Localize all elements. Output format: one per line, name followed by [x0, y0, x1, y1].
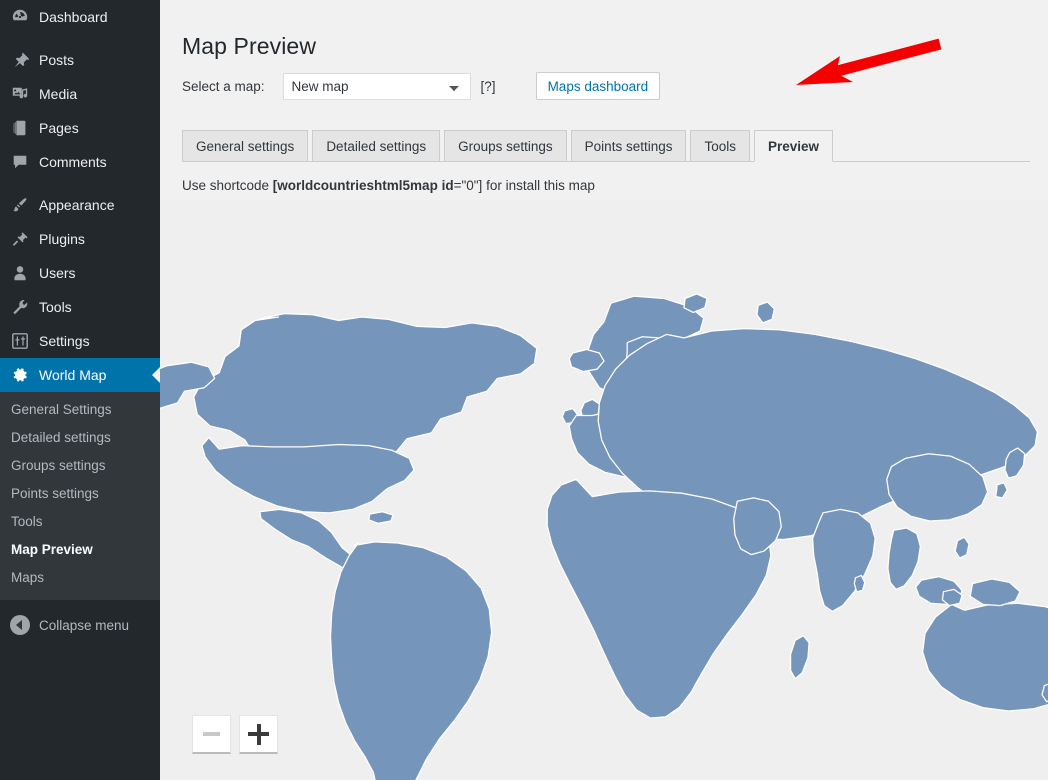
- sidebar-item-label: Media: [39, 86, 77, 102]
- submenu-item-general-settings[interactable]: General Settings: [0, 396, 160, 424]
- shortcode-suffix: for install this map: [482, 178, 595, 193]
- select-a-map-label: Select a map:: [182, 79, 265, 94]
- map-region[interactable]: [369, 512, 393, 524]
- sidebar-item-label: Posts: [39, 52, 74, 68]
- submenu-item-map-preview[interactable]: Map Preview: [0, 536, 160, 564]
- submenu-item-groups-settings[interactable]: Groups settings: [0, 452, 160, 480]
- help-link[interactable]: [?]: [481, 79, 496, 94]
- sidebar-item-label: Tools: [39, 299, 72, 315]
- gear-icon: [10, 365, 30, 385]
- sidebar-item-label: Comments: [39, 154, 107, 170]
- maps-dashboard-button[interactable]: Maps dashboard: [536, 72, 661, 100]
- brush-icon: [10, 195, 30, 215]
- comments-icon: [10, 152, 30, 172]
- wordpress-admin-screen: Dashboard Posts Media Pages Comments Appearan…: [0, 0, 1048, 780]
- plug-icon: [10, 229, 30, 249]
- sidebar-item-label: Plugins: [39, 231, 85, 247]
- tab-detailed-settings[interactable]: Detailed settings: [312, 130, 440, 161]
- sidebar-item-media[interactable]: Media: [0, 77, 160, 111]
- tab-preview[interactable]: Preview: [754, 130, 833, 162]
- zoom-out-button[interactable]: [192, 715, 231, 754]
- admin-sidebar: Dashboard Posts Media Pages Comments Appearan…: [0, 0, 160, 780]
- sidebar-item-label: Appearance: [39, 197, 115, 213]
- map-region[interactable]: [854, 575, 864, 591]
- dashboard-icon: [10, 7, 30, 27]
- shortcode-code-rest: ="0"]: [454, 178, 483, 193]
- map-zoom-controls: [192, 715, 278, 754]
- sidebar-item-comments[interactable]: Comments: [0, 145, 160, 179]
- sidebar-item-users[interactable]: Users: [0, 256, 160, 290]
- tab-points-settings[interactable]: Points settings: [571, 130, 687, 161]
- shortcode-hint: Use shortcode [worldcountrieshtml5map id…: [182, 178, 595, 193]
- shortcode-prefix: Use shortcode: [182, 178, 273, 193]
- sidebar-item-label: Users: [39, 265, 76, 281]
- sidebar-item-label: Settings: [39, 333, 90, 349]
- sidebar-item-label: World Map: [39, 367, 106, 383]
- active-menu-notch: [152, 367, 160, 383]
- sidebar-item-world-map[interactable]: World Map: [0, 358, 160, 392]
- tab-general-settings[interactable]: General settings: [182, 130, 308, 161]
- submenu-item-maps[interactable]: Maps: [0, 564, 160, 592]
- tab-tools[interactable]: Tools: [690, 130, 750, 161]
- zoom-in-button[interactable]: [239, 715, 278, 754]
- sidebar-item-appearance[interactable]: Appearance: [0, 188, 160, 222]
- content-area: Map Preview Select a map: New map [?] Ma…: [160, 0, 1048, 780]
- sidebar-item-settings[interactable]: Settings: [0, 324, 160, 358]
- map-region[interactable]: [955, 537, 969, 558]
- map-select-bar: Select a map: New map [?] Maps dashboard: [182, 72, 660, 100]
- settings-tabs: General settingsDetailed settingsGroups …: [182, 127, 1030, 162]
- minus-icon: [203, 732, 220, 736]
- sidebar-item-label: Pages: [39, 120, 79, 136]
- submenu-item-tools[interactable]: Tools: [0, 508, 160, 536]
- menu-separator: [0, 179, 160, 188]
- submenu-item-points-settings[interactable]: Points settings: [0, 480, 160, 508]
- wrench-icon: [10, 297, 30, 317]
- sidebar-item-tools[interactable]: Tools: [0, 290, 160, 324]
- sidebar-item-label: Dashboard: [39, 9, 108, 25]
- collapse-menu-label: Collapse menu: [39, 618, 129, 633]
- shortcode-code-bold: [worldcountrieshtml5map id: [273, 178, 454, 193]
- world-map-preview[interactable]: [160, 200, 1048, 780]
- submenu-item-detailed-settings[interactable]: Detailed settings: [0, 424, 160, 452]
- pages-icon: [10, 118, 30, 138]
- collapse-menu-button[interactable]: Collapse menu: [0, 608, 160, 642]
- world-map-svg[interactable]: [160, 200, 1048, 780]
- page-title: Map Preview: [182, 33, 316, 60]
- menu-separator: [0, 34, 160, 43]
- sidebar-item-posts[interactable]: Posts: [0, 43, 160, 77]
- map-select-dropdown[interactable]: New map: [283, 73, 471, 100]
- admin-menu: Dashboard Posts Media Pages Comments Appearan…: [0, 0, 160, 392]
- user-icon: [10, 263, 30, 283]
- collapse-arrow-icon: [10, 615, 30, 635]
- tab-groups-settings[interactable]: Groups settings: [444, 130, 567, 161]
- sliders-icon: [10, 331, 30, 351]
- world-map-submenu: General SettingsDetailed settingsGroups …: [0, 392, 160, 600]
- plus-icon: [248, 724, 269, 745]
- sidebar-item-plugins[interactable]: Plugins: [0, 222, 160, 256]
- sidebar-item-pages[interactable]: Pages: [0, 111, 160, 145]
- sidebar-item-dashboard[interactable]: Dashboard: [0, 0, 160, 34]
- annotation-arrow-icon: [760, 30, 960, 100]
- media-icon: [10, 84, 30, 104]
- pin-icon: [10, 50, 30, 70]
